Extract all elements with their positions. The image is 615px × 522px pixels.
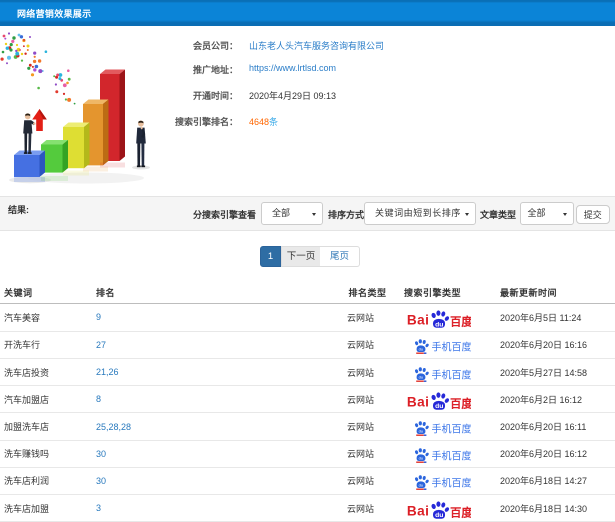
svg-text:Bai: Bai (407, 503, 429, 518)
svg-text:手机百度: 手机百度 (431, 341, 471, 354)
svg-text:du: du (435, 321, 443, 328)
svg-text:Bai: Bai (407, 395, 429, 410)
svg-text:手机百度: 手机百度 (431, 368, 471, 381)
svg-text:手机百度: 手机百度 (431, 423, 471, 436)
svg-text:手机百度: 手机百度 (431, 477, 471, 490)
svg-text:du: du (418, 374, 422, 379)
svg-text:du: du (435, 512, 443, 519)
svg-text:du: du (435, 403, 443, 410)
svg-text:du: du (418, 347, 422, 352)
svg-text:du: du (418, 456, 422, 461)
svg-text:du: du (418, 428, 422, 433)
svg-text:手机百度: 手机百度 (431, 450, 471, 463)
svg-text:百度: 百度 (450, 314, 471, 328)
svg-text:百度: 百度 (450, 505, 471, 519)
svg-text:du: du (418, 483, 422, 488)
svg-text:Bai: Bai (407, 313, 429, 328)
svg-text:百度: 百度 (450, 396, 471, 410)
